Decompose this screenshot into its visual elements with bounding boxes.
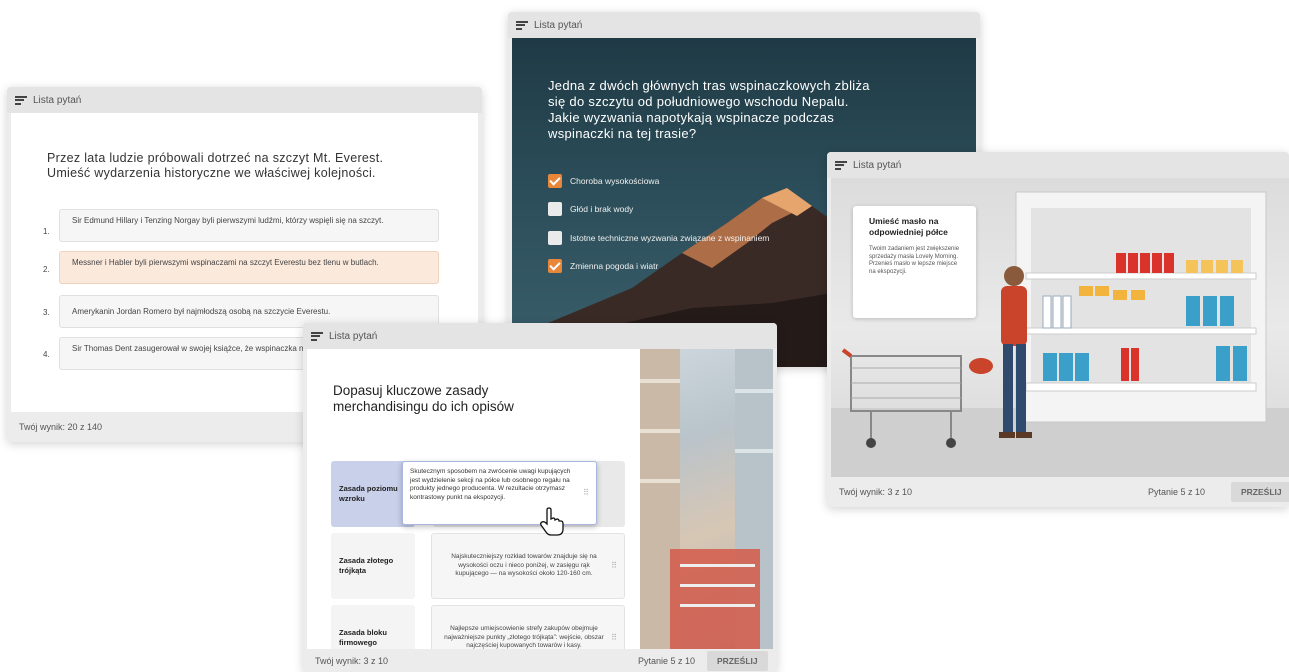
question-list-toggle[interactable]: Lista pytań — [827, 152, 1289, 178]
answer-label: Choroba wysokościowa — [570, 176, 660, 186]
checkbox-unchecked[interactable] — [548, 202, 562, 216]
question-progress: Pytanie 5 z 10 — [638, 656, 696, 666]
question-text: Przez lata ludzie próbowali dotrzeć na s… — [47, 151, 384, 180]
score-text: Twój wynik: 3 z 10 — [315, 656, 389, 666]
matching-quiz-window: Lista pytań Dopasuj kluczowe zasady merc… — [303, 323, 777, 672]
answer-option[interactable]: Głód i brak wody — [548, 202, 633, 216]
answer-label: Zmienna pogoda i wiatr — [570, 261, 659, 271]
question-list-toggle[interactable]: Lista pytań — [7, 87, 482, 113]
question-text: Jedna z dwóch głównych tras wspinaczkowy… — [548, 78, 870, 141]
answer-option[interactable]: Zmienna pogoda i wiatr — [548, 259, 658, 273]
question-list-label: Lista pytań — [329, 330, 378, 342]
question-text: Dopasuj kluczowe zasady merchandisingu d… — [333, 383, 514, 414]
drag-handle-icon[interactable]: ⠿ — [611, 561, 617, 571]
definition-text: Najlepsze umiejscowienie strefy zakupów … — [444, 625, 604, 650]
checkbox-checked[interactable] — [548, 174, 562, 188]
list-icon — [516, 20, 528, 30]
definition-text: Najskuteczniejszy rozkład towarów znajdu… — [451, 553, 597, 578]
question-list-label: Lista pytań — [853, 159, 902, 171]
list-icon — [15, 95, 27, 105]
question-list-label: Lista pytań — [534, 19, 583, 31]
dragged-definition-card[interactable]: Skutecznym sposobem na zwrócenie uwagi k… — [402, 461, 597, 525]
submit-button[interactable]: PRZEŚLIJ — [1231, 482, 1289, 502]
drag-handle-icon[interactable]: ⠿ — [583, 488, 589, 498]
score-footer: Twój wynik: 3 z 10 Pytanie 5 z 10 PRZEŚL… — [303, 649, 777, 672]
instruction-title: Umieść masło na odpowiedniej półce — [869, 216, 948, 237]
store-aisle-image — [640, 349, 773, 649]
instruction-text: Twoim zadaniem jest zwiększenie sprzedaż… — [869, 246, 960, 275]
sortable-item[interactable]: Sir Edmund Hillary i Tenzing Norgay byli… — [59, 209, 439, 242]
store-aisle-photo — [640, 349, 773, 649]
submit-button[interactable]: PRZEŚLIJ — [707, 651, 768, 671]
list-icon — [311, 331, 323, 341]
item-number: 2. — [43, 265, 50, 274]
store-scene: Umieść masło na odpowiedniej półce Twoim… — [831, 178, 1289, 477]
drag-handle-icon[interactable]: ⠿ — [611, 633, 617, 643]
instruction-card: Umieść masło na odpowiedniej półce Twoim… — [853, 206, 976, 318]
item-number: 4. — [43, 350, 50, 359]
checkbox-checked[interactable] — [548, 259, 562, 273]
question-list-toggle[interactable]: Lista pytań — [508, 12, 980, 38]
shelf-quiz-window: Lista pytań Umieść masło na odpowiedniej… — [827, 152, 1289, 507]
item-number: 1. — [43, 227, 50, 236]
definition-text: Skutecznym sposobem na zwrócenie uwagi k… — [410, 468, 571, 501]
answer-label: Istotne techniczne wyzwania związane z w… — [570, 233, 770, 243]
question-list-label: Lista pytań — [33, 94, 82, 106]
score-text: Twój wynik: 20 z 140 — [19, 422, 103, 432]
product-red-top — [1116, 253, 1174, 273]
answer-option[interactable]: Choroba wysokościowa — [548, 174, 659, 188]
answer-label: Głód i brak wody — [570, 204, 634, 214]
checkbox-unchecked[interactable] — [548, 231, 562, 245]
item-number: 3. — [43, 308, 50, 317]
match-definition[interactable]: Najskuteczniejszy rozkład towarów znajdu… — [431, 533, 625, 599]
sortable-item[interactable]: Messner i Habler byli pierwszymi wspinac… — [59, 251, 439, 284]
hand-cursor-icon — [540, 507, 564, 536]
answer-option[interactable]: Istotne techniczne wyzwania związane z w… — [548, 231, 769, 245]
list-icon — [835, 160, 847, 170]
match-term[interactable]: Zasada złotego trójkąta — [331, 533, 415, 599]
question-progress: Pytanie 5 z 10 — [1148, 487, 1206, 497]
score-text: Twój wynik: 3 z 10 — [839, 487, 913, 497]
question-list-toggle[interactable]: Lista pytań — [303, 323, 777, 349]
score-footer: Twój wynik: 3 z 10 Pytanie 5 z 10 PRZEŚL… — [827, 477, 1289, 507]
matching-body: Dopasuj kluczowe zasady merchandisingu d… — [307, 349, 640, 671]
